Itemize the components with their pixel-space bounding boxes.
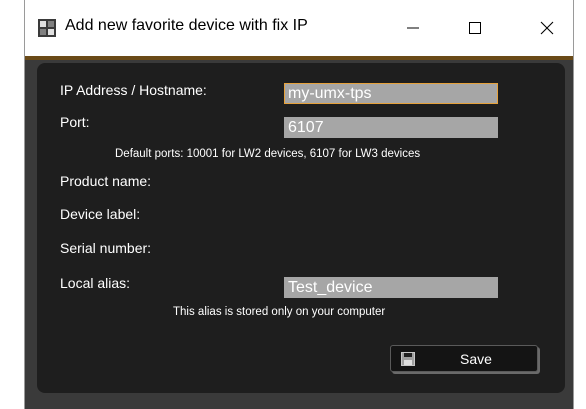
save-label: Save — [460, 351, 492, 367]
serial-number-label: Serial number: — [60, 240, 152, 256]
minimize-button[interactable] — [393, 8, 433, 48]
local-alias-label: Local alias: — [60, 275, 131, 291]
close-button[interactable] — [527, 8, 567, 48]
floppy-disk-icon — [401, 352, 415, 366]
window-title: Add new favorite device with fix IP — [65, 17, 308, 34]
port-label: Port: — [60, 114, 90, 130]
port-input[interactable] — [284, 117, 498, 138]
dialog-window: Add new favorite device with fix IP IP A… — [24, 0, 574, 409]
local-alias-input[interactable] — [284, 277, 498, 298]
minimize-icon — [407, 27, 419, 29]
maximize-icon — [469, 22, 481, 34]
ip-address-label: IP Address / Hostname: — [60, 82, 207, 98]
product-name-label: Product name: — [60, 173, 152, 189]
maximize-button[interactable] — [455, 8, 495, 48]
save-button[interactable]: Save — [390, 345, 538, 372]
title-bar[interactable]: Add new favorite device with fix IP — [25, 0, 573, 56]
port-hint: Default ports: 10001 for LW2 devices, 61… — [115, 148, 421, 160]
form-panel: IP Address / Hostname: Port: Default por… — [37, 63, 565, 393]
screen: Add new favorite device with fix IP IP A… — [0, 0, 586, 409]
alias-hint: This alias is stored only on your comput… — [173, 306, 386, 318]
app-grid-icon — [38, 19, 56, 37]
ip-address-input[interactable] — [284, 83, 498, 104]
device-label-label: Device label: — [60, 206, 141, 222]
close-icon — [540, 21, 554, 35]
